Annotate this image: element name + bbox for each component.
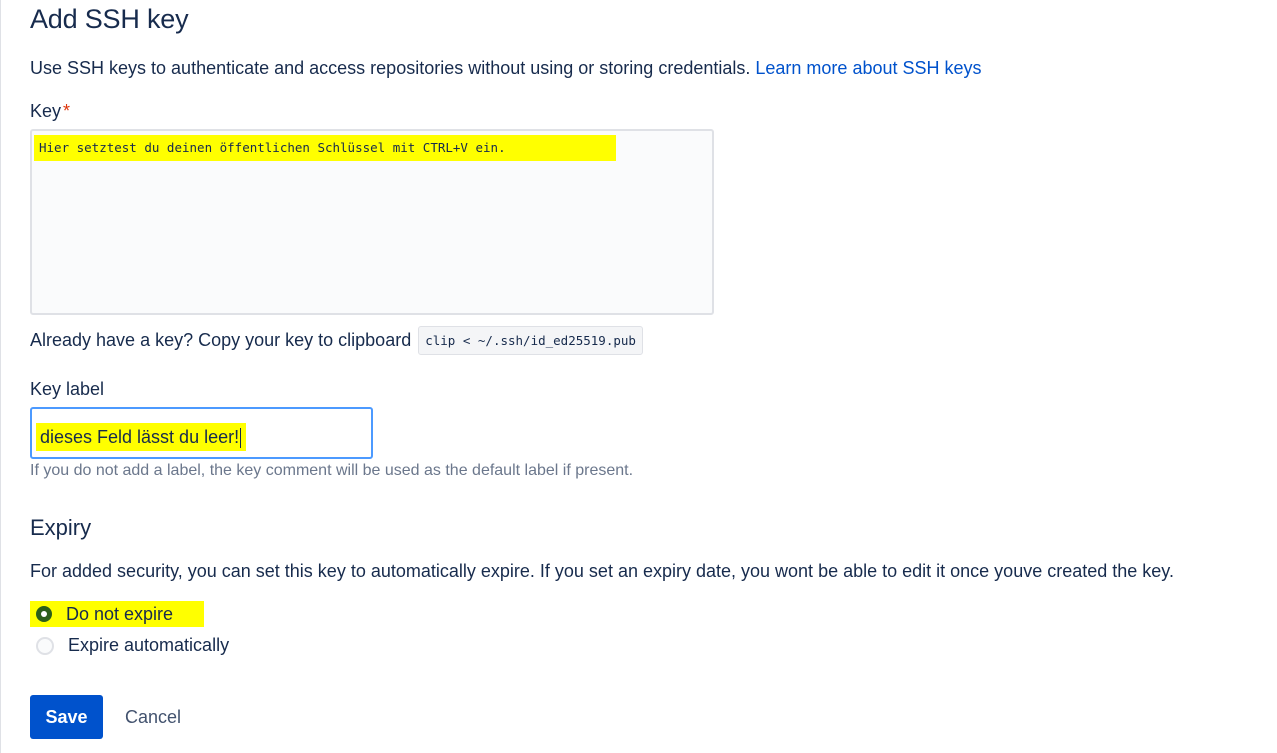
required-marker: * xyxy=(63,101,71,121)
key-label-text: Key xyxy=(30,101,62,121)
expiry-title: Expiry xyxy=(30,515,92,540)
cancel-button[interactable]: Cancel xyxy=(118,695,188,739)
save-button[interactable]: Save xyxy=(30,695,103,739)
radio-unselected-icon[interactable] xyxy=(36,636,54,655)
page-title: Add SSH key xyxy=(30,4,189,34)
key-label-input[interactable]: dieses Feld lässt du leer! xyxy=(30,407,373,459)
intro-description: Use SSH keys to authenticate and access … xyxy=(30,58,751,78)
intro-text: Use SSH keys to authenticate and access … xyxy=(30,58,982,79)
radio-do-not-expire[interactable]: Do not expire xyxy=(30,601,204,627)
radio-label-do-not-expire: Do not expire xyxy=(66,603,174,624)
expiry-description: For added security, you can set this key… xyxy=(30,561,1174,581)
key-label-field-label: Key label xyxy=(30,379,105,399)
radio-label-expire-automatically: Expire automatically xyxy=(68,635,230,655)
learn-more-link[interactable]: Learn more about SSH keys xyxy=(755,58,981,78)
text-cursor xyxy=(240,428,242,449)
key-label-input-value-wrap: dieses Feld lässt du leer! xyxy=(36,423,246,451)
key-label-help-text: If you do not add a label, the key comme… xyxy=(30,462,634,479)
clipboard-hint: Already have a key? Copy your key to cli… xyxy=(30,326,643,355)
key-field-label: Key * xyxy=(30,101,70,122)
radio-selected-icon[interactable] xyxy=(36,606,52,622)
key-label-input-value: dieses Feld lässt du leer! xyxy=(40,427,240,447)
key-textarea-value: Hier setztest du deinen öffentlichen Sch… xyxy=(34,135,616,161)
clipboard-command: clip < ~/.ssh/id_ed25519.pub xyxy=(418,326,643,355)
key-textarea[interactable]: Hier setztest du deinen öffentlichen Sch… xyxy=(30,129,714,315)
clipboard-prompt: Already have a key? Copy your key to cli… xyxy=(30,330,412,350)
radio-expire-automatically[interactable]: Expire automatically xyxy=(30,635,229,656)
panel-divider xyxy=(0,0,1,753)
